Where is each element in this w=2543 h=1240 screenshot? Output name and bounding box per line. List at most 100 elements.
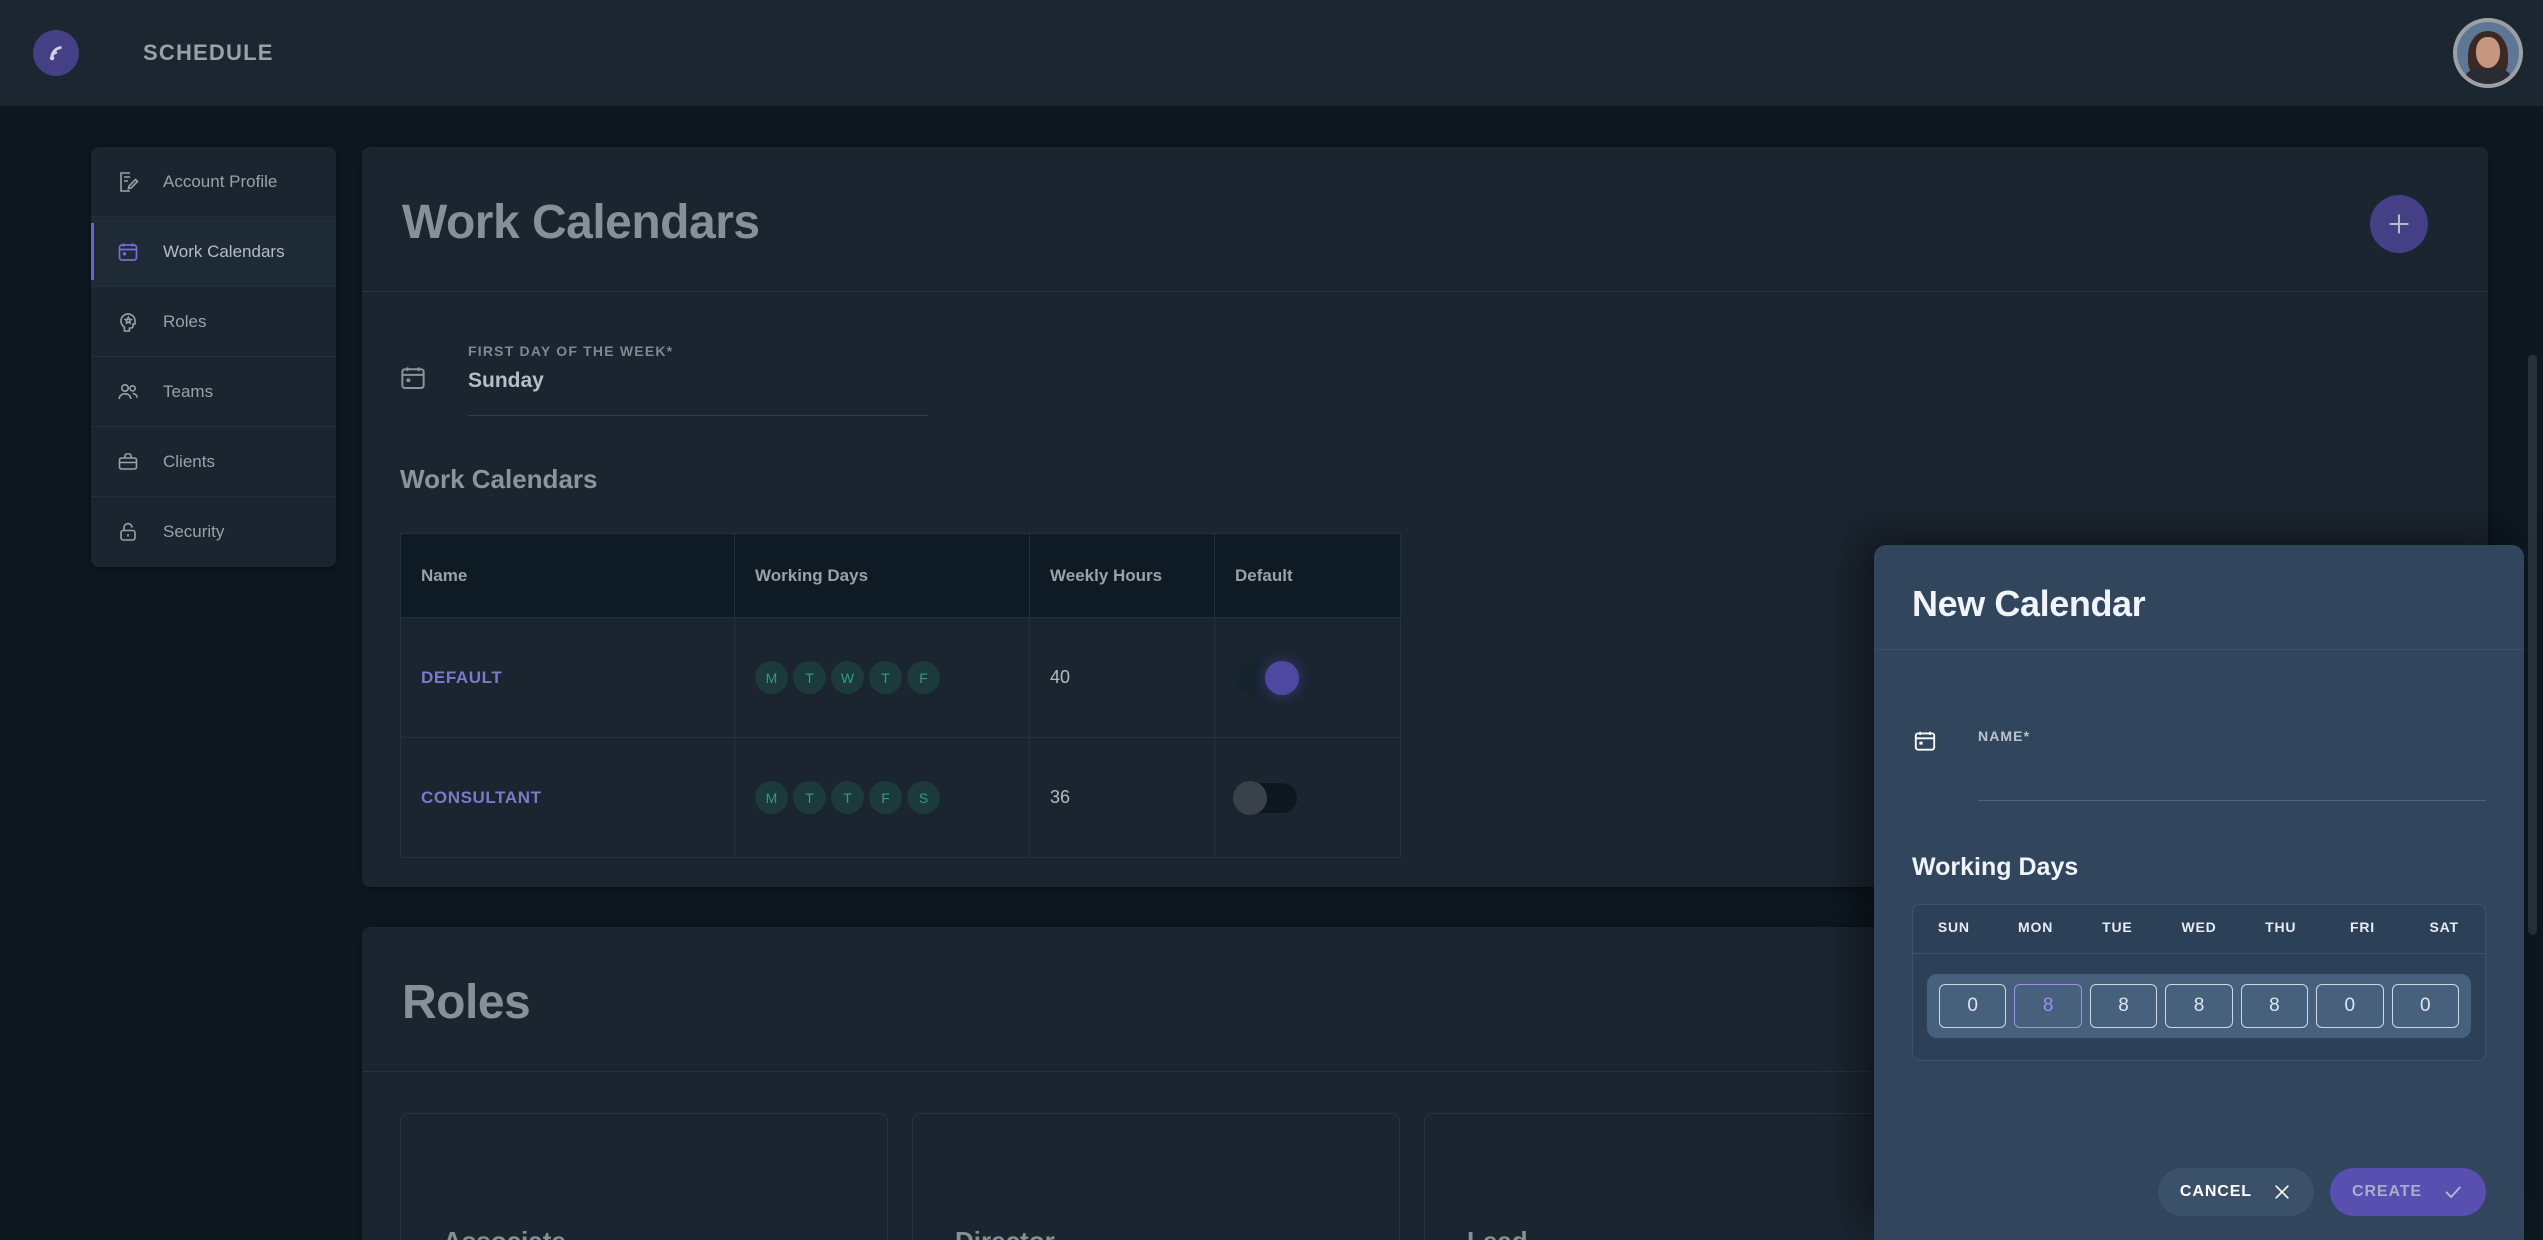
day-header-sat: SAT xyxy=(2429,919,2459,935)
role-name: Associate xyxy=(443,1226,566,1240)
sidebar-item-teams[interactable]: Teams xyxy=(91,357,336,427)
day-header-tue: TUE xyxy=(2102,919,2133,935)
day-chip-group: M T T F S xyxy=(755,781,1009,814)
column-header-default: Default xyxy=(1214,533,1401,618)
first-day-of-week-body: FIRST DAY OF THE WEEK* Sunday xyxy=(468,343,928,416)
hours-input-sat[interactable]: 0 xyxy=(2391,984,2459,1028)
work-calendars-table: Name Working Days Weekly Hours Default D… xyxy=(400,533,1401,858)
sidebar-item-account-profile[interactable]: Account Profile xyxy=(91,147,336,217)
day-header-sun: SUN xyxy=(1937,919,1970,935)
sidebar-item-label: Teams xyxy=(163,381,214,401)
calendar-name-link[interactable]: CONSULTANT xyxy=(421,788,542,807)
sidebar-item-label: Account Profile xyxy=(163,171,278,191)
cell-working-days: M T W T F xyxy=(734,617,1030,738)
create-button[interactable]: CREATE xyxy=(2330,1168,2486,1216)
calendar-icon xyxy=(1912,728,1940,756)
table-row[interactable]: CONSULTANT M T T F S 36 xyxy=(400,737,1401,858)
dialog-header: New Calendar xyxy=(1874,545,2524,650)
day-chip: F xyxy=(907,661,940,694)
day-chip: W xyxy=(831,661,864,694)
role-card[interactable]: Lead xyxy=(1424,1113,1912,1240)
document-edit-icon xyxy=(113,167,143,197)
table-row[interactable]: DEFAULT M T W T F 40 xyxy=(400,617,1401,738)
check-icon xyxy=(2445,1186,2461,1198)
working-days-header: SUN MON TUE WED THU FRI SAT xyxy=(1913,919,2485,954)
day-chip: S xyxy=(907,781,940,814)
column-header-weekly-hours: Weekly Hours xyxy=(1029,533,1215,618)
cell-weekly-hours: 36 xyxy=(1029,737,1215,858)
calendar-icon xyxy=(398,363,432,397)
column-header-working-days: Working Days xyxy=(734,533,1030,618)
name-label: NAME* xyxy=(1978,728,2031,744)
role-name: Lead xyxy=(1467,1226,1528,1240)
day-chip: T xyxy=(793,661,826,694)
cell-default xyxy=(1214,737,1401,858)
role-card[interactable]: Director xyxy=(912,1113,1400,1240)
hours-input-wed[interactable]: 8 xyxy=(2165,984,2233,1028)
hours-input-thu[interactable]: 8 xyxy=(2240,984,2309,1028)
sidebar-item-label: Security xyxy=(163,522,225,541)
day-chip: F xyxy=(869,781,902,814)
brand-title: SCHEDULE xyxy=(143,40,274,65)
sidebar-item-label: Clients xyxy=(163,451,215,471)
avatar-image xyxy=(2457,22,2519,84)
default-toggle[interactable] xyxy=(1235,660,1299,695)
calendar-name-field: NAME* xyxy=(1912,728,2486,801)
first-day-value[interactable]: Sunday xyxy=(468,369,928,393)
app-root: SCHEDULE Account Profile Work Calendars … xyxy=(0,0,2543,1240)
day-chip: M xyxy=(755,661,788,694)
calendar-icon xyxy=(113,237,143,267)
hours-input-tue[interactable]: 8 xyxy=(2089,984,2158,1028)
hours-input-sun[interactable]: 0 xyxy=(1939,984,2007,1028)
first-day-label: FIRST DAY OF THE WEEK* xyxy=(468,343,674,359)
sidebar-item-roles[interactable]: Roles xyxy=(91,287,336,357)
roles-title: Roles xyxy=(402,976,531,1029)
briefcase-icon xyxy=(113,447,143,477)
sidebar-item-work-calendars[interactable]: Work Calendars xyxy=(91,217,336,287)
cell-weekly-hours: 40 xyxy=(1029,617,1215,738)
top-bar: SCHEDULE xyxy=(0,0,2543,106)
default-toggle[interactable] xyxy=(1233,780,1297,815)
sidebar: Account Profile Work Calendars Roles Tea… xyxy=(91,147,336,567)
vertical-scrollbar[interactable] xyxy=(2528,355,2537,935)
close-icon xyxy=(2275,1185,2289,1199)
table-header-row: Name Working Days Weekly Hours Default xyxy=(400,533,1401,618)
first-day-of-week-field[interactable]: FIRST DAY OF THE WEEK* Sunday xyxy=(398,343,928,416)
dialog-footer: CANCEL CREATE xyxy=(1874,1144,2524,1240)
cell-working-days: M T T F S xyxy=(734,737,1030,858)
cell-name: DEFAULT xyxy=(400,617,735,738)
column-header-name: Name xyxy=(400,533,735,618)
sidebar-item-clients[interactable]: Clients xyxy=(91,427,336,497)
brand-logo-icon[interactable] xyxy=(33,30,79,76)
add-calendar-button[interactable] xyxy=(2370,195,2428,253)
name-input[interactable] xyxy=(1978,752,2486,774)
lock-icon xyxy=(113,517,143,547)
hours-input-fri[interactable]: 0 xyxy=(2316,984,2384,1028)
head-star-icon xyxy=(113,307,143,337)
hours-input-mon[interactable]: 8 xyxy=(2014,984,2082,1028)
calendar-name-link[interactable]: DEFAULT xyxy=(421,668,502,687)
day-chip: T xyxy=(869,661,902,694)
dialog-title: New Calendar xyxy=(1912,583,2146,624)
people-icon xyxy=(113,377,143,407)
new-calendar-dialog: New Calendar NAME* Working Days SUN MON … xyxy=(1874,545,2524,1240)
role-card[interactable]: Associate xyxy=(400,1113,888,1240)
day-chip-group: M T W T F xyxy=(755,661,1009,694)
create-button-label: CREATE xyxy=(2352,1183,2422,1200)
cancel-button[interactable]: CANCEL xyxy=(2157,1168,2314,1216)
day-header-thu: THU xyxy=(2265,919,2297,935)
signal-wave-icon xyxy=(49,46,62,61)
cell-default xyxy=(1214,617,1401,738)
avatar[interactable] xyxy=(2453,18,2523,88)
day-header-fri: FRI xyxy=(2349,919,2375,935)
name-input-wrapper: NAME* xyxy=(1978,728,2486,801)
sidebar-item-label: Roles xyxy=(163,311,207,331)
sidebar-item-security[interactable]: Security xyxy=(91,497,336,567)
working-days-panel: SUN MON TUE WED THU FRI SAT 0 8 8 8 8 0 xyxy=(1912,904,2486,1061)
day-chip: T xyxy=(831,781,864,814)
working-hours-row: 0 8 8 8 8 0 0 xyxy=(1927,974,2471,1038)
cell-name: CONSULTANT xyxy=(400,737,735,858)
cancel-button-label: CANCEL xyxy=(2179,1183,2252,1200)
card-header: Work Calendars xyxy=(362,147,2488,292)
sidebar-item-label: Work Calendars xyxy=(163,241,285,261)
